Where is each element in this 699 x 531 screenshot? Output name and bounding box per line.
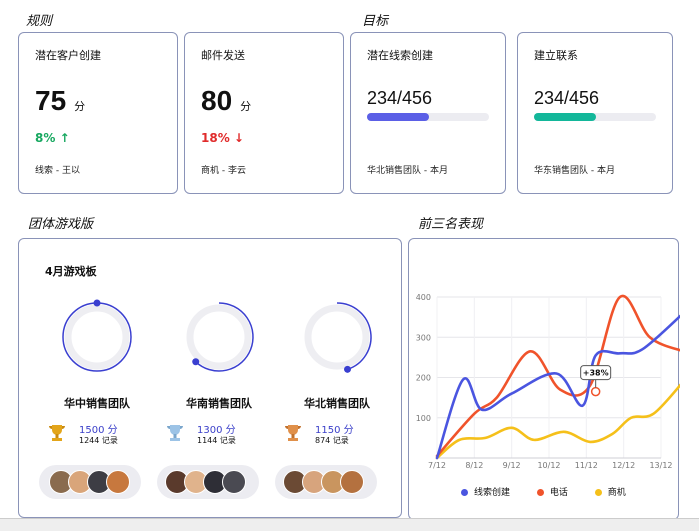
y-tick-label: 200 <box>416 374 431 383</box>
goal-card-foot: 华北销售团队 - 本月 <box>367 166 448 176</box>
y-tick-label: 100 <box>416 414 431 423</box>
team-name: 华北销售团队 <box>304 397 370 410</box>
rule-card-email[interactable]: 邮件发送 80 分 18% ↓ 商机 - 李云 <box>184 32 344 194</box>
x-tick-label: 7/12 <box>428 461 446 470</box>
rule-card-foot: 商机 - 李云 <box>201 166 246 176</box>
rule-card-change: 8% ↑ <box>35 131 70 145</box>
team-records: 874 记录 <box>315 436 349 445</box>
arrow-down-icon: ↓ <box>233 131 244 145</box>
goal-progress-bar <box>534 113 656 121</box>
section-title-top3: 前三名表现 <box>418 217 484 232</box>
team-avatars[interactable] <box>275 465 377 499</box>
chart-legend: 线索创建 电话 商机 <box>461 485 626 498</box>
arrow-up-icon: ↑ <box>59 131 70 145</box>
x-tick-label: 9/12 <box>503 461 521 470</box>
y-tick-label: 400 <box>416 293 431 302</box>
x-tick-label: 11/12 <box>575 461 598 470</box>
team-score: 1500 分 <box>79 425 118 436</box>
team-score: 1150 分 <box>315 425 354 436</box>
avatar <box>222 470 246 494</box>
goal-card-contact[interactable]: 建立联系 234/456 华东销售团队 - 本月 <box>517 32 673 194</box>
annotation-point <box>590 386 601 397</box>
rule-card-label: 邮件发送 <box>201 49 245 62</box>
top3-chart-card: 100 200 300 400 7/12 8/12 9/12 10/12 11/12 12/12 1… <box>408 238 680 520</box>
rule-card-value: 75 分 <box>35 85 86 116</box>
rule-card-label: 潜在客户创建 <box>35 49 101 62</box>
y-tick-label: 300 <box>416 333 431 342</box>
annotation-label: +38% <box>583 369 609 378</box>
avatar <box>340 470 364 494</box>
goal-progress-bar <box>367 113 489 121</box>
goal-card-ratio: 234/456 <box>367 88 433 108</box>
team-ring <box>62 299 132 372</box>
team-records: 1144 记录 <box>197 436 236 445</box>
bronze-trophy-icon <box>283 423 303 447</box>
line-chart[interactable]: 100 200 300 400 7/12 8/12 9/12 10/12 11/12 12/12 1… <box>409 239 680 479</box>
x-tick-label: 13/12 <box>649 461 672 470</box>
section-title-team-board: 团体游戏版 <box>28 217 94 232</box>
goal-card-label: 建立联系 <box>534 49 578 62</box>
team-score: 1300 分 <box>197 425 236 436</box>
goal-progress-fill <box>534 113 597 121</box>
legend-item-leads[interactable]: 线索创建 <box>461 488 510 498</box>
rule-card-leads[interactable]: 潜在客户创建 75 分 8% ↑ 线索 - 王以 <box>18 32 178 194</box>
x-tick-label: 10/12 <box>537 461 560 470</box>
x-tick-label: 12/12 <box>612 461 635 470</box>
silver-trophy-icon <box>165 423 185 447</box>
team-ring <box>186 302 254 372</box>
bottom-scrollbar[interactable] <box>0 518 699 531</box>
team-name: 华南销售团队 <box>186 397 252 410</box>
series-line-0 <box>435 314 680 460</box>
team-name: 华中销售团队 <box>64 397 130 410</box>
rule-card-foot: 线索 - 王以 <box>35 166 80 176</box>
goal-card-label: 潜在线索创建 <box>367 49 433 62</box>
gold-trophy-icon <box>47 423 67 447</box>
goal-card-foot: 华东销售团队 - 本月 <box>534 166 615 176</box>
section-title-goals: 目标 <box>362 14 389 29</box>
avatar <box>106 470 130 494</box>
rule-card-change: 18% ↓ <box>201 131 244 145</box>
team-records: 1244 记录 <box>79 436 118 445</box>
goal-card-leads[interactable]: 潜在线索创建 234/456 华北销售团队 - 本月 <box>350 32 506 194</box>
rule-card-value: 80 分 <box>201 85 252 116</box>
team-ring <box>304 302 372 373</box>
legend-item-deals[interactable]: 商机 <box>594 488 626 498</box>
team-avatars[interactable] <box>39 465 141 499</box>
x-tick-label: 8/12 <box>465 461 483 470</box>
team-board-card: 4月游戏板 华中销售团队 1500 分 1244 记录 华南销售团队 1300 … <box>18 238 402 518</box>
section-title-rules: 规则 <box>26 14 53 29</box>
team-avatars[interactable] <box>157 465 259 499</box>
goal-card-ratio: 234/456 <box>534 88 600 108</box>
board-title: 4月游戏板 <box>45 265 97 278</box>
goal-progress-fill <box>367 113 430 121</box>
legend-item-calls[interactable]: 电话 <box>536 488 568 498</box>
